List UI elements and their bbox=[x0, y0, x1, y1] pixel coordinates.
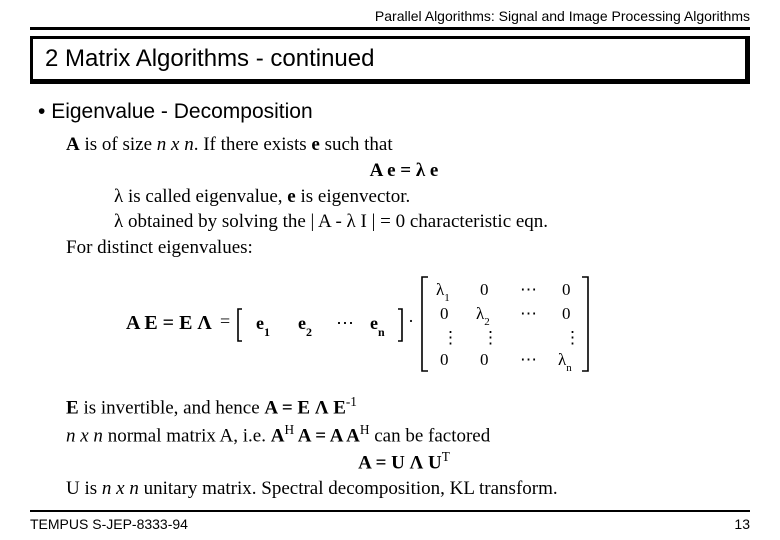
matrix-svg: = e1 e2 ⋯ en · λ1 0 ⋯ 0 bbox=[220, 269, 600, 379]
text-nxn: n x n bbox=[102, 478, 139, 499]
line-6: n x n normal matrix A, i.e. AH A = A AH … bbox=[66, 421, 742, 449]
symbol-E: E bbox=[66, 397, 79, 418]
content-area: Eigenvalue - Decomposition A is of size … bbox=[30, 84, 750, 502]
footer-page-number: 13 bbox=[734, 516, 750, 532]
symbol-A: A bbox=[66, 134, 80, 155]
header-running-title: Parallel Algorithms: Signal and Image Pr… bbox=[30, 0, 750, 30]
equation-A-ULUt: A = U Λ UT bbox=[66, 448, 742, 476]
superscript-H: H bbox=[284, 422, 294, 437]
text: can be factored bbox=[369, 425, 490, 446]
slide-container: Parallel Algorithms: Signal and Image Pr… bbox=[0, 0, 780, 540]
text: . If there exists bbox=[194, 134, 312, 155]
svg-text:⋯: ⋯ bbox=[520, 304, 537, 323]
body-text: A is of size n x n. If there exists e su… bbox=[38, 132, 742, 502]
svg-text:·: · bbox=[408, 311, 414, 331]
superscript: -1 bbox=[346, 394, 357, 409]
eq-AE-ELambda: A E = E Λ bbox=[126, 310, 212, 337]
equation-Ae-lambda-e: A e = λ e bbox=[66, 158, 742, 184]
svg-text:⋯: ⋯ bbox=[336, 313, 354, 333]
text: is invertible, and hence bbox=[79, 397, 265, 418]
section-title: 2 Matrix Algorithms - continued bbox=[30, 36, 750, 84]
footer: TEMPUS S-JEP-8333-94 13 bbox=[30, 510, 750, 532]
line-7: U is n x n unitary matrix. Spectral deco… bbox=[66, 476, 742, 502]
symbol-e: e bbox=[287, 186, 295, 207]
svg-text:0: 0 bbox=[562, 280, 571, 299]
svg-text:⋯: ⋯ bbox=[520, 280, 537, 299]
bullet-eigenvalue: Eigenvalue - Decomposition bbox=[38, 98, 742, 126]
svg-text:⋮: ⋮ bbox=[442, 328, 459, 347]
eq-text: A e = λ e bbox=[370, 160, 439, 181]
text: normal matrix A, i.e. bbox=[103, 425, 271, 446]
svg-text:λ2: λ2 bbox=[476, 304, 490, 328]
superscript-H: H bbox=[360, 422, 370, 437]
text-nxn: n x n bbox=[157, 134, 194, 155]
symbol-A: A bbox=[271, 425, 285, 446]
line-3: λ obtained by solving the | A - λ I | = … bbox=[66, 209, 742, 235]
line-5: E is invertible, and hence A = E Λ E-1 bbox=[66, 393, 742, 421]
text: such that bbox=[320, 134, 393, 155]
svg-text:0: 0 bbox=[440, 350, 449, 369]
svg-text:⋮: ⋮ bbox=[564, 328, 581, 347]
svg-text:en: en bbox=[370, 313, 385, 339]
matrix-equation-row: A E = E Λ = e1 e2 ⋯ en · λ1 0 bbox=[66, 269, 742, 379]
line-1: A is of size n x n. If there exists e su… bbox=[66, 132, 742, 158]
svg-text:⋮: ⋮ bbox=[482, 328, 499, 347]
text: is eigenvector. bbox=[296, 186, 411, 207]
eq-text: A = A A bbox=[294, 425, 360, 446]
symbol-e: e bbox=[311, 134, 319, 155]
svg-text:0: 0 bbox=[480, 280, 489, 299]
text: unitary matrix. Spectral decomposition, … bbox=[139, 478, 558, 499]
eq-text: A = E Λ E bbox=[264, 397, 345, 418]
svg-text:0: 0 bbox=[440, 304, 449, 323]
svg-text:e1: e1 bbox=[256, 313, 270, 339]
svg-text:=: = bbox=[220, 311, 230, 331]
svg-text:λn: λn bbox=[558, 350, 572, 374]
svg-text:0: 0 bbox=[562, 304, 571, 323]
text: λ is called eigenvalue, bbox=[114, 186, 287, 207]
line-4: For distinct eigenvalues: bbox=[66, 235, 742, 261]
superscript-T: T bbox=[442, 449, 450, 464]
svg-text:0: 0 bbox=[480, 350, 489, 369]
text-nxn: n x n bbox=[66, 425, 103, 446]
svg-text:λ1: λ1 bbox=[436, 280, 450, 304]
footer-left: TEMPUS S-JEP-8333-94 bbox=[30, 516, 188, 532]
line-2: λ is called eigenvalue, e is eigenvector… bbox=[66, 184, 742, 210]
text: U is bbox=[66, 478, 102, 499]
svg-text:⋯: ⋯ bbox=[520, 350, 537, 369]
svg-text:e2: e2 bbox=[298, 313, 312, 339]
eq-text: A = U Λ U bbox=[358, 453, 442, 474]
text: is of size bbox=[80, 134, 157, 155]
